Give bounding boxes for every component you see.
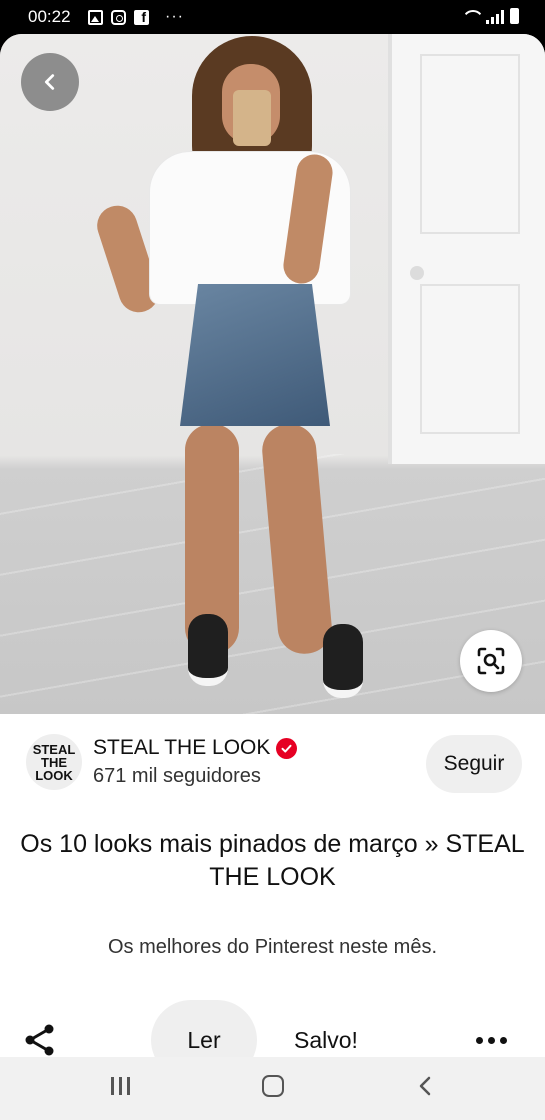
signal-icon <box>486 10 504 24</box>
back-button[interactable] <box>21 53 79 111</box>
notification-icons: ··· <box>88 8 184 26</box>
saved-button[interactable]: Salvo! <box>294 1027 358 1054</box>
creator-row: STEAL THE LOOK STEAL THE LOOK 671 mil se… <box>0 714 545 804</box>
read-button[interactable]: Ler <box>151 1000 257 1057</box>
home-icon[interactable] <box>262 1075 284 1097</box>
avatar[interactable]: STEAL THE LOOK <box>26 734 82 790</box>
instagram-icon <box>111 9 126 25</box>
gallery-icon <box>88 9 103 25</box>
nav-back-icon[interactable] <box>414 1074 438 1098</box>
share-icon[interactable] <box>22 1022 58 1057</box>
creator-name[interactable]: STEAL THE LOOK <box>93 736 298 760</box>
action-bar: Ler Salvo! <box>0 1000 545 1057</box>
lens-search-icon <box>477 647 505 675</box>
pin-sheet: STEAL THE LOOK STEAL THE LOOK 671 mil se… <box>0 34 545 1057</box>
pin-image[interactable] <box>0 34 545 714</box>
chevron-left-icon <box>44 74 55 90</box>
verified-icon <box>276 737 298 759</box>
status-bar: 00:22 ··· <box>0 0 545 34</box>
follower-count: 671 mil seguidores <box>93 765 261 787</box>
more-options-icon[interactable] <box>476 1037 507 1044</box>
battery-icon <box>510 8 519 24</box>
visual-search-button[interactable] <box>460 630 522 692</box>
facebook-icon <box>134 9 149 25</box>
wifi-icon <box>462 10 480 24</box>
more-notifications-icon: ··· <box>165 8 184 25</box>
follow-button[interactable]: Seguir <box>426 735 522 793</box>
pin-title: Os 10 looks mais pinados de março » STEA… <box>20 830 525 891</box>
pin-description: Os melhores do Pinterest neste mês. <box>107 936 438 958</box>
door-illustration <box>388 34 545 464</box>
recent-apps-icon[interactable] <box>111 1077 130 1095</box>
system-icons <box>462 8 519 24</box>
system-navigation-bar <box>0 1057 545 1120</box>
status-time: 00:22 <box>28 7 71 26</box>
